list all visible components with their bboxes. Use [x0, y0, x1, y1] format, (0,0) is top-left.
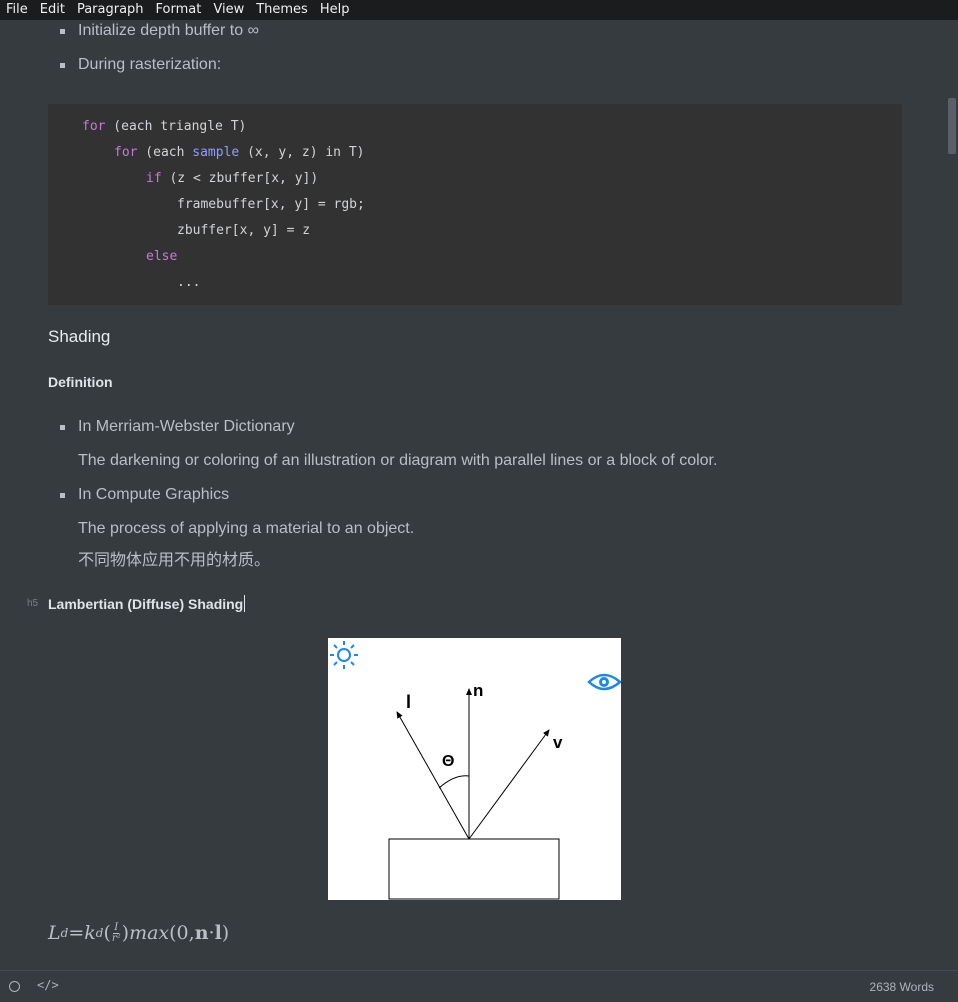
list-item-text: In Compute Graphics	[78, 486, 230, 503]
scrollbar-track[interactable]	[946, 20, 958, 970]
formula-l: l	[214, 922, 222, 944]
bullet-marker	[60, 63, 65, 68]
text-cursor	[244, 595, 246, 612]
heading-level-marker: h5	[27, 598, 39, 609]
formula-k: k	[84, 922, 96, 944]
code-line: if (z < zbuffer[x, y])	[146, 171, 318, 186]
definition-text-cn: 不同物体应用不用的材质。	[78, 552, 271, 569]
menu-format[interactable]: Format	[150, 0, 208, 20]
formula-paren-close: )	[121, 922, 130, 944]
code-keyword: for	[114, 145, 138, 160]
code-block[interactable]: for (each triangle T) for (each sample (…	[48, 104, 902, 305]
code-identifier: sample	[192, 145, 240, 160]
angle-arc	[438, 775, 470, 789]
list-item: In Compute Graphics	[60, 486, 229, 504]
menu-help[interactable]: Help	[314, 0, 356, 20]
scrollbar-thumb[interactable]	[948, 98, 956, 154]
light-vector	[396, 711, 470, 840]
status-bar: </> 2638 Words	[0, 970, 958, 1002]
heading-lambertian[interactable]: Lambertian (Diffuse) Shading	[48, 595, 246, 612]
view-vector	[468, 729, 550, 840]
formula-max: max	[129, 922, 170, 944]
code-text: (each	[137, 145, 193, 160]
code-line: ...	[177, 275, 200, 290]
code-line: else	[146, 249, 177, 264]
label-n: n	[473, 681, 483, 700]
code-text: (each triangle T)	[105, 119, 247, 134]
bullet-marker	[60, 29, 65, 34]
formula-equals: =	[68, 922, 85, 944]
formula-numerator: I	[113, 921, 120, 934]
code-line: for (each sample (x, y, z) in T)	[114, 145, 364, 160]
code-line: zbuffer[x, y] = z	[177, 223, 310, 238]
eye-icon	[587, 673, 622, 691]
menu-themes[interactable]: Themes	[250, 0, 314, 20]
menu-paragraph[interactable]: Paragraph	[71, 0, 150, 20]
formula-args-open: (0,	[169, 922, 195, 944]
definition-text: The darkening or coloring of an illustra…	[78, 452, 718, 469]
editor-content[interactable]: Initialize depth buffer to ∞ During rast…	[0, 20, 945, 970]
code-text: ...	[177, 275, 201, 290]
code-line: for (each triangle T)	[82, 119, 246, 134]
outline-toggle-icon[interactable]	[9, 981, 20, 992]
list-item-text: Initialize depth buffer to ∞	[78, 22, 259, 39]
lambertian-diagram: l n v Θ	[328, 638, 622, 900]
formula-n: n	[194, 922, 209, 944]
bullet-marker	[60, 493, 65, 498]
formula-k-subscript: d	[95, 926, 104, 940]
sun-icon	[330, 641, 358, 669]
label-v: v	[553, 733, 563, 752]
heading-lambertian-text: Lambertian (Diffuse) Shading	[48, 596, 244, 612]
menu-edit[interactable]: Edit	[34, 0, 71, 20]
bullet-marker	[60, 425, 65, 430]
code-text: zbuffer[x, y] = z	[177, 223, 311, 238]
code-text: (x, y, z) in T)	[239, 145, 365, 160]
formula-denominator: r²	[111, 932, 121, 944]
list-item: During rasterization:	[60, 56, 221, 74]
code-line: framebuffer[x, y] = rgb;	[177, 197, 365, 212]
formula-L-subscript: d	[60, 926, 69, 940]
surface-block	[388, 838, 560, 900]
code-keyword: else	[146, 249, 178, 264]
label-l: l	[406, 692, 411, 712]
formula-L: L	[48, 922, 61, 944]
formula-args-close: )	[221, 922, 230, 944]
list-item-text: During rasterization:	[78, 56, 222, 73]
menu-file[interactable]: File	[0, 0, 34, 20]
code-keyword: for	[82, 119, 106, 134]
menu-view[interactable]: View	[207, 0, 250, 20]
source-mode-toggle[interactable]: </>	[37, 978, 59, 992]
lambertian-formula: Ld = kd ( I r² ) max (0, n · l )	[48, 922, 229, 944]
heading-shading: Shading	[48, 327, 111, 346]
heading-definition: Definition	[48, 374, 113, 390]
formula-fraction: I r²	[111, 921, 121, 944]
menu-bar: File Edit Paragraph Format View Themes H…	[0, 0, 958, 20]
label-theta: Θ	[442, 753, 454, 770]
code-text: (z < zbuffer[x, y])	[161, 171, 319, 186]
formula-paren-open: (	[103, 922, 111, 944]
list-item: In Merriam-Webster Dictionary	[60, 418, 295, 436]
list-item-text: In Merriam-Webster Dictionary	[78, 418, 295, 435]
list-item: Initialize depth buffer to ∞	[60, 22, 259, 40]
definition-text: The process of applying a material to an…	[78, 520, 415, 537]
word-count[interactable]: 2638 Words	[870, 980, 934, 994]
code-keyword: if	[146, 171, 162, 186]
code-text: framebuffer[x, y] = rgb;	[177, 197, 365, 212]
